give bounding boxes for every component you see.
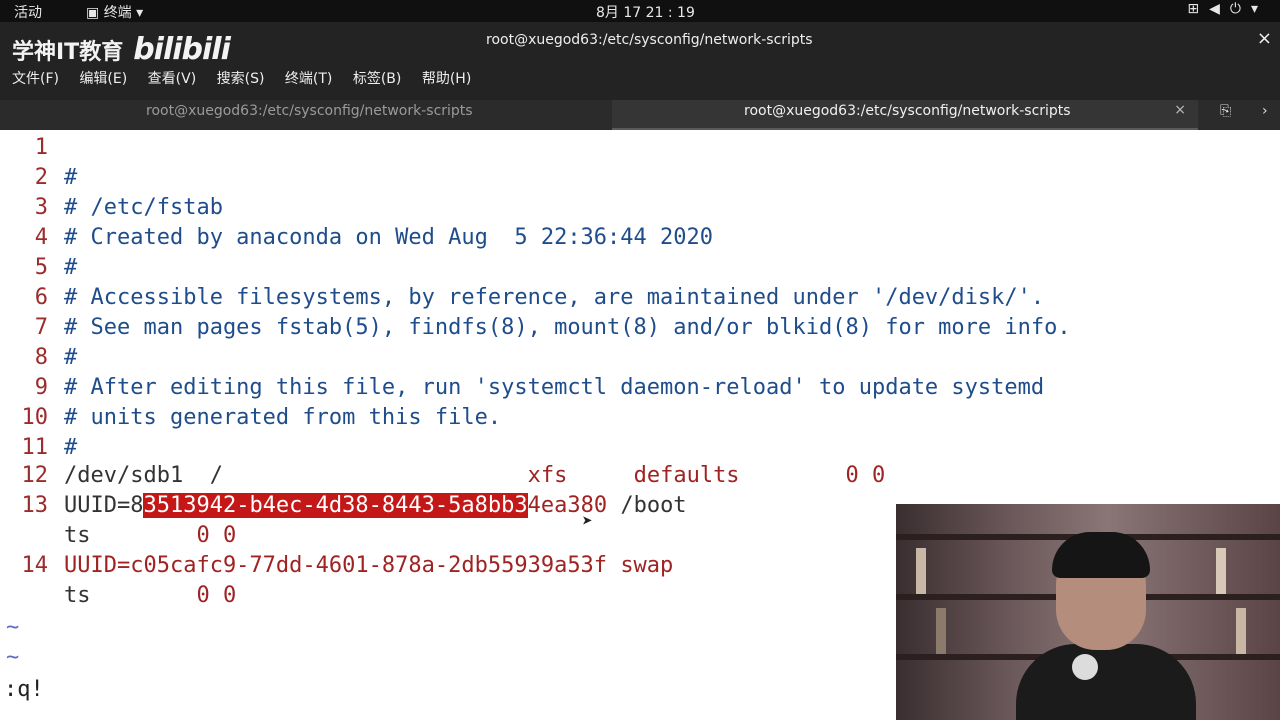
wrap-text: ts bbox=[64, 523, 91, 548]
clock[interactable]: 8月 17 21 : 19 bbox=[596, 2, 695, 22]
uuid-prefix: UUID=8 bbox=[64, 493, 144, 518]
line-number: 4 bbox=[34, 225, 48, 250]
book bbox=[916, 548, 926, 594]
watermark-logo: 学神IT教育 bilibili bbox=[12, 32, 231, 67]
line-number: 6 bbox=[34, 285, 48, 310]
volume-icon: ◀ bbox=[1209, 1, 1230, 17]
mount-point: / bbox=[209, 463, 223, 488]
app-menu[interactable]: ▣ 终端 ▾ bbox=[86, 2, 143, 22]
comment-line: # Accessible filesystems, by reference, … bbox=[64, 285, 1045, 310]
comment-line: # See man pages fstab(5), findfs(8), mou… bbox=[64, 315, 1071, 340]
line-number: 9 bbox=[34, 375, 48, 400]
fstab-line-boot: UUID=83513942-b4ec-4d38-8443-5a8bb34ea38… bbox=[64, 493, 687, 518]
command-line[interactable]: :q! bbox=[4, 677, 44, 702]
comment-line: # bbox=[64, 255, 78, 280]
webcam-overlay bbox=[896, 504, 1280, 720]
options: defaults bbox=[633, 463, 740, 488]
microphone bbox=[1072, 654, 1098, 680]
line-number: 1 bbox=[34, 135, 48, 160]
mount-point: /boot bbox=[620, 493, 687, 518]
menu-tabs[interactable]: 标签(B) bbox=[353, 71, 402, 87]
line-number: 12 bbox=[21, 463, 49, 488]
menu-help[interactable]: 帮助(H) bbox=[422, 71, 471, 87]
close-window-button[interactable]: × bbox=[1257, 28, 1272, 49]
chevron-down-icon: ▾ bbox=[1250, 1, 1268, 17]
comment-line: # units generated from this file. bbox=[64, 405, 502, 430]
line-number: 2 bbox=[34, 165, 48, 190]
mouse-cursor-icon: ➤ bbox=[582, 511, 593, 532]
menu-search[interactable]: 搜索(S) bbox=[217, 71, 265, 87]
mount-point: swap bbox=[620, 553, 674, 578]
window-header: 学神IT教育 bilibili root@xuegod63:/etc/syscon… bbox=[0, 22, 1280, 100]
person-body bbox=[1016, 644, 1196, 720]
line-number: 7 bbox=[34, 315, 48, 340]
menu-bar: 文件(F) 编辑(E) 查看(V) 搜索(S) 终端(T) 标签(B) 帮助(H… bbox=[12, 68, 487, 88]
comment-line: # bbox=[64, 345, 78, 370]
empty-line-marker: ~ bbox=[6, 615, 20, 640]
menu-file[interactable]: 文件(F) bbox=[12, 71, 59, 87]
tab-bar: root@xuegod63:/etc/sysconfig/network-scr… bbox=[0, 100, 1280, 130]
comment-line: # bbox=[64, 435, 78, 460]
comment-line: # bbox=[64, 165, 78, 190]
line-number: 14 bbox=[21, 553, 49, 578]
fstab-line-swap: UUID=c05cafc9-77dd-4601-878a-2db55939a53… bbox=[64, 553, 673, 578]
tab-1[interactable]: root@xuegod63:/etc/sysconfig/network-scr… bbox=[146, 103, 473, 119]
menu-view[interactable]: 查看(V) bbox=[148, 71, 197, 87]
comment-line: # After editing this file, run 'systemct… bbox=[64, 375, 1045, 400]
comment-line: # Created by anaconda on Wed Aug 5 22:36… bbox=[64, 225, 714, 250]
book bbox=[1216, 548, 1226, 594]
logo-text: 学神IT教育 bbox=[12, 40, 124, 65]
menu-terminal[interactable]: 终端(T) bbox=[285, 71, 332, 87]
line-number: 13 bbox=[21, 493, 49, 518]
bilibili-logo: bilibili bbox=[133, 32, 231, 67]
line-number: 11 bbox=[21, 435, 49, 460]
scroll-right-icon[interactable]: › bbox=[1262, 103, 1268, 119]
line-number: 8 bbox=[34, 345, 48, 370]
system-tray[interactable]: ⊞◀⏻▾ bbox=[1187, 1, 1268, 17]
uuid: UUID=c05cafc9-77dd-4601-878a-2db55939a53… bbox=[64, 553, 608, 578]
power-icon: ⏻ bbox=[1229, 1, 1251, 17]
selected-text[interactable]: 3513942-b4ec-4d38-8443-5a8bb3 bbox=[143, 493, 528, 518]
tab-2-label: root@xuegod63:/etc/sysconfig/network-scr… bbox=[744, 103, 1071, 119]
fstab-line-root: /dev/sdb1 / xfs defaults 0 0 bbox=[64, 463, 885, 488]
new-tab-icon[interactable]: ⎘ bbox=[1220, 103, 1231, 119]
menu-edit[interactable]: 编辑(E) bbox=[79, 71, 127, 87]
dump-pass: 0 0 bbox=[196, 523, 237, 548]
line-number: 5 bbox=[34, 255, 48, 280]
wrapped-line: ts 0 0 bbox=[64, 523, 236, 548]
dump-pass: 0 0 bbox=[845, 463, 886, 488]
system-top-bar: 活动 ▣ 终端 ▾ 8月 17 21 : 19 ⊞◀⏻▾ bbox=[0, 0, 1280, 22]
wrapped-line: ts 0 0 bbox=[64, 583, 236, 608]
tab-close-icon[interactable]: × bbox=[1174, 102, 1186, 118]
line-number: 10 bbox=[21, 405, 49, 430]
fstype: xfs bbox=[527, 463, 568, 488]
book bbox=[1236, 608, 1246, 654]
activities-button[interactable]: 活动 bbox=[14, 2, 42, 22]
network-icon: ⊞ bbox=[1187, 1, 1210, 17]
empty-line-marker: ~ bbox=[6, 645, 20, 670]
window-title: root@xuegod63:/etc/sysconfig/network-scr… bbox=[486, 32, 813, 48]
device: /dev/sdb1 bbox=[64, 463, 184, 488]
line-number: 3 bbox=[34, 195, 48, 220]
wrap-text: ts bbox=[64, 583, 91, 608]
app-menu-label: 终端 bbox=[103, 5, 132, 21]
dump-pass: 0 0 bbox=[196, 583, 237, 608]
book bbox=[936, 608, 946, 654]
comment-line: # /etc/fstab bbox=[64, 195, 223, 220]
uuid-suffix: 4ea380 bbox=[527, 493, 608, 518]
tab-2-active[interactable]: root@xuegod63:/etc/sysconfig/network-scr… bbox=[612, 100, 1198, 130]
